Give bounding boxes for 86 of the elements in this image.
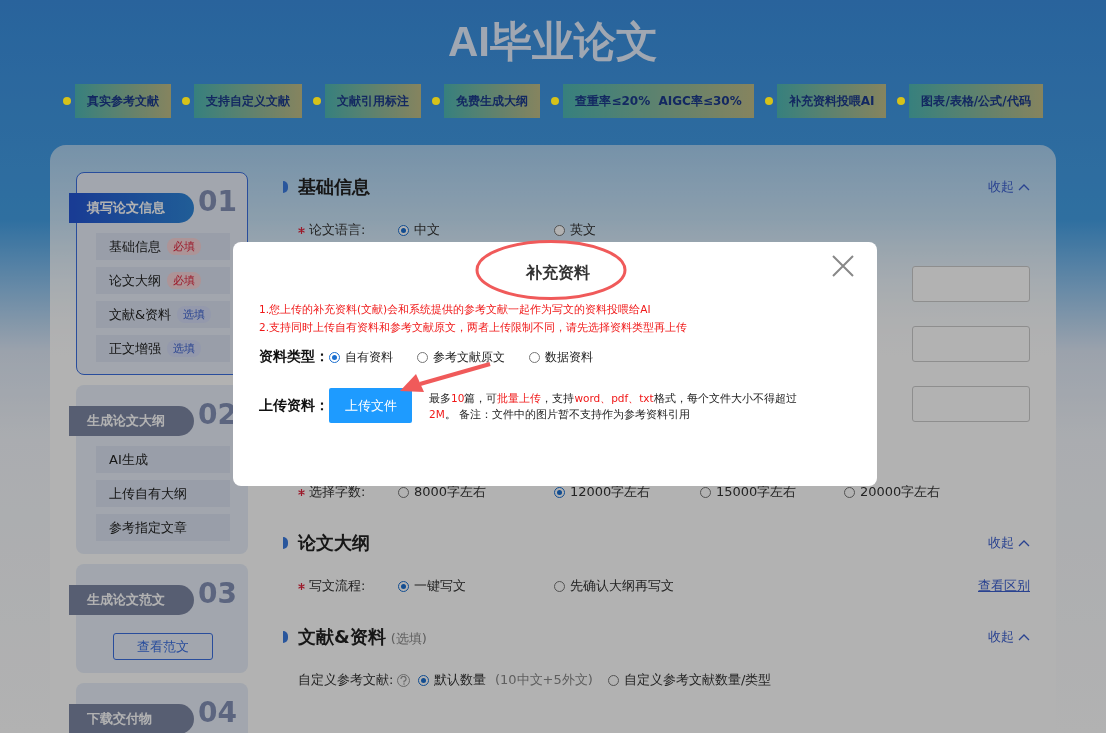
feature-tag: 文献引用标注: [325, 84, 422, 118]
upload-label: 上传资料：: [259, 396, 329, 415]
radio-button[interactable]: [398, 224, 409, 236]
radio-button[interactable]: [417, 351, 428, 363]
upload-note: 最多10篇，可批量上传，支持word、pdf、txt格式，每个文件大小不得超过 2M。 备注：文件中的图片暂不支持作为参考资料引用: [429, 390, 798, 422]
sidebar-item[interactable]: 参考指定文章: [96, 514, 230, 541]
section-marker: [283, 181, 288, 193]
radio-option[interactable]: 自定义参考文献数量/类型: [608, 671, 828, 689]
radio-option[interactable]: 中文: [398, 221, 554, 239]
step-number: 01: [198, 185, 237, 218]
item-label: 论文大纲: [109, 271, 161, 290]
feature-tag: 支持自定义文献: [194, 84, 303, 118]
bullet-icon: [432, 97, 441, 105]
radio-button[interactable]: [608, 674, 619, 686]
compare-link[interactable]: 查看区别: [978, 577, 1030, 595]
radio-option[interactable]: 一键写文: [398, 577, 554, 595]
radio-option[interactable]: 数据资料: [529, 348, 593, 366]
radio-button[interactable]: [529, 351, 540, 363]
step-number: 02: [198, 398, 237, 431]
bullet-icon: [551, 97, 560, 105]
bullet-icon: [764, 97, 773, 105]
radio-button[interactable]: [554, 224, 565, 236]
status-badge: 必填: [167, 272, 201, 289]
item-label: 文献&资料: [109, 305, 172, 324]
notice-text: 1.您上传的补充资料(文献)会和系统提供的参考文献一起作为写文的资料投喂给AI: [259, 302, 652, 317]
status-badge: 选填: [177, 306, 212, 323]
step-title: 生成论文大纲: [69, 406, 194, 436]
item-label: AI生成: [109, 450, 148, 469]
field-label: 自定义参考文献:: [298, 671, 394, 689]
item-label: 正文增强: [109, 339, 161, 358]
input-field[interactable]: [912, 266, 1030, 302]
field-label: 选择字数:: [309, 483, 366, 501]
feature-tag: 真实参考文献: [75, 84, 172, 118]
chevron-up-icon: [1018, 539, 1030, 547]
radio-option[interactable]: 英文: [554, 221, 710, 239]
close-icon[interactable]: [831, 254, 855, 278]
bullet-icon: [63, 97, 72, 105]
step-number: 03: [198, 577, 237, 610]
step-number: 04: [198, 696, 237, 729]
feature-tag: 查重率≤20% AIGC率≤30%: [563, 84, 754, 118]
radio-option[interactable]: 自有资料: [329, 348, 393, 366]
section-title: 文献&资料: [298, 625, 386, 649]
status-badge: 必填: [167, 238, 201, 255]
radio-button[interactable]: [554, 580, 565, 592]
section-title: 基础信息: [298, 175, 370, 199]
section-note: (选填): [390, 630, 427, 648]
input-field[interactable]: [912, 326, 1030, 362]
radio-option[interactable]: 先确认大纲再写文: [554, 577, 710, 595]
page-title: AI毕业论文: [448, 17, 658, 67]
step-title: 下载交付物: [69, 704, 194, 733]
sidebar-item[interactable]: 上传自有大纲: [96, 480, 230, 507]
item-label: 参考指定文章: [109, 518, 187, 537]
sidebar-item[interactable]: 论文大纲 必填: [96, 267, 230, 294]
chevron-up-icon: [1018, 183, 1030, 191]
feature-tag: 补充资料投喂AI: [776, 84, 887, 118]
bullet-icon: [897, 97, 906, 105]
radio-option[interactable]: 默认数量 (10中文+5外文): [418, 671, 608, 689]
item-label: 上传自有大纲: [109, 484, 187, 503]
status-badge: 选填: [167, 340, 201, 357]
radio-button[interactable]: [398, 580, 409, 592]
sidebar-item[interactable]: AI生成: [96, 446, 230, 473]
collapse-button[interactable]: 收起: [988, 628, 1030, 646]
type-label: 资料类型：: [259, 348, 329, 366]
radio-button[interactable]: [329, 351, 340, 363]
sidebar-item[interactable]: 文献&资料 选填: [96, 301, 230, 328]
bullet-icon: [182, 97, 191, 105]
bullet-icon: [313, 97, 322, 105]
field-label: 论文语言:: [309, 221, 366, 239]
item-label: 基础信息: [109, 237, 161, 256]
input-field[interactable]: [912, 386, 1030, 422]
section-marker: [283, 631, 288, 643]
collapse-button[interactable]: 收起: [988, 534, 1030, 552]
notice-text: 2.支持同时上传自有资料和参考文献原文，两者上传限制不同，请先选择资料类型再上传: [259, 320, 689, 335]
radio-option[interactable]: 参考文献原文: [417, 348, 505, 366]
section-title: 论文大纲: [298, 531, 370, 555]
feature-tag: 图表/表格/公式/代码: [909, 84, 1043, 118]
dialog-title: 补充资料: [526, 262, 590, 284]
step-title: 填写论文信息: [69, 193, 194, 223]
feature-tag: 免费生成大纲: [444, 84, 541, 118]
radio-button[interactable]: [418, 674, 429, 686]
step-title: 生成论文范文: [69, 585, 194, 615]
field-label: 写文流程:: [309, 577, 366, 595]
sidebar-item[interactable]: 基础信息 必填: [96, 233, 230, 260]
sidebar-item[interactable]: 正文增强 选填: [96, 335, 230, 362]
chevron-up-icon: [1018, 633, 1030, 641]
section-marker: [283, 537, 288, 549]
